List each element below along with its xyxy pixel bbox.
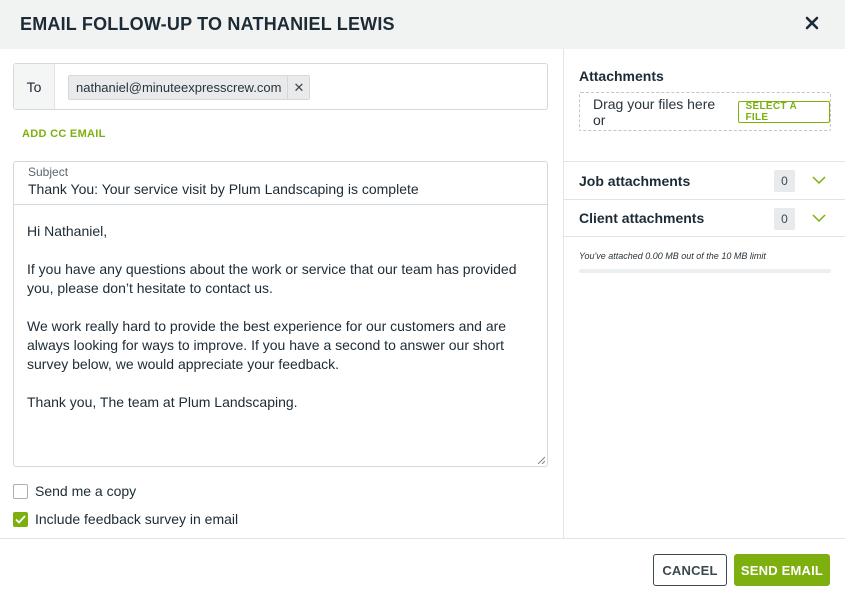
body-paragraph: If you have any questions about the work… [27, 261, 517, 296]
resize-handle-icon[interactable] [537, 456, 545, 464]
message-body[interactable]: Hi Nathaniel, If you have any questions … [27, 222, 537, 431]
file-dropzone[interactable]: Drag your files here or SELECT A FILE [579, 92, 831, 131]
body-paragraph: Hi Nathaniel, [27, 223, 108, 239]
send-copy-checkbox[interactable] [13, 483, 28, 499]
close-icon[interactable] [803, 14, 821, 32]
client-attachments-label: Client attachments [579, 210, 705, 226]
job-attachments-count: 0 [774, 170, 795, 192]
subject-field[interactable]: Subject Thank You: Your service visit by… [14, 162, 547, 205]
body-paragraph: Thank you, The team at Plum Landscaping. [27, 394, 298, 410]
feedback-survey-label: Include feedback survey in email [35, 511, 239, 527]
body-paragraph: We work really hard to provide the best … [27, 318, 507, 372]
job-attachments-label: Job attachments [579, 172, 691, 189]
remove-icon[interactable]: ✕ [287, 76, 309, 99]
send-copy-option: Send me a copy [13, 483, 136, 499]
send-email-button[interactable]: SEND EMAIL [734, 554, 830, 586]
recipient-chip: nathaniel@minuteexpresscrew.com ✕ [68, 75, 311, 100]
attachment-limit-text: You've attached 0.00 MB out of the 10 MB… [579, 251, 766, 261]
to-field[interactable]: To nathaniel@minuteexpresscrew.com ✕ [13, 63, 548, 110]
chevron-down-icon[interactable] [812, 175, 826, 185]
dialog-header: EMAIL FOLLOW-UP TO NATHANIEL LEWIS [0, 0, 845, 49]
checkmark-icon [15, 514, 26, 524]
client-attachments-section[interactable]: Client attachments 0 [564, 199, 845, 237]
cancel-button[interactable]: CANCEL [653, 554, 727, 586]
attachments-title: Attachments [579, 68, 664, 84]
attachments-panel: Attachments Drag your files here or SELE… [563, 49, 845, 539]
dropzone-text: Drag your files here or [593, 95, 716, 128]
subject-label: Subject [28, 165, 69, 179]
message-editor: Subject Thank You: Your service visit by… [13, 161, 548, 467]
chevron-down-icon[interactable] [812, 213, 826, 223]
select-file-button[interactable]: SELECT A FILE [737, 100, 830, 123]
dialog-title: EMAIL FOLLOW-UP TO NATHANIEL LEWIS [20, 14, 395, 34]
feedback-survey-checkbox[interactable] [13, 511, 28, 527]
dialog-footer: CANCEL SEND EMAIL [0, 538, 845, 599]
send-copy-label: Send me a copy [35, 483, 137, 499]
add-cc-email-link[interactable]: ADD CC EMAIL [22, 128, 106, 140]
client-attachments-count: 0 [774, 208, 795, 230]
subject-input[interactable]: Thank You: Your service visit by Plum La… [28, 181, 419, 197]
attachment-usage-bar [579, 269, 831, 273]
email-compose-panel: To nathaniel@minuteexpresscrew.com ✕ ADD… [0, 49, 563, 539]
job-attachments-section[interactable]: Job attachments 0 [564, 161, 845, 199]
recipient-email: nathaniel@minuteexpresscrew.com [76, 80, 282, 95]
feedback-survey-option: Include feedback survey in email [13, 511, 238, 527]
to-label: To [14, 64, 55, 109]
